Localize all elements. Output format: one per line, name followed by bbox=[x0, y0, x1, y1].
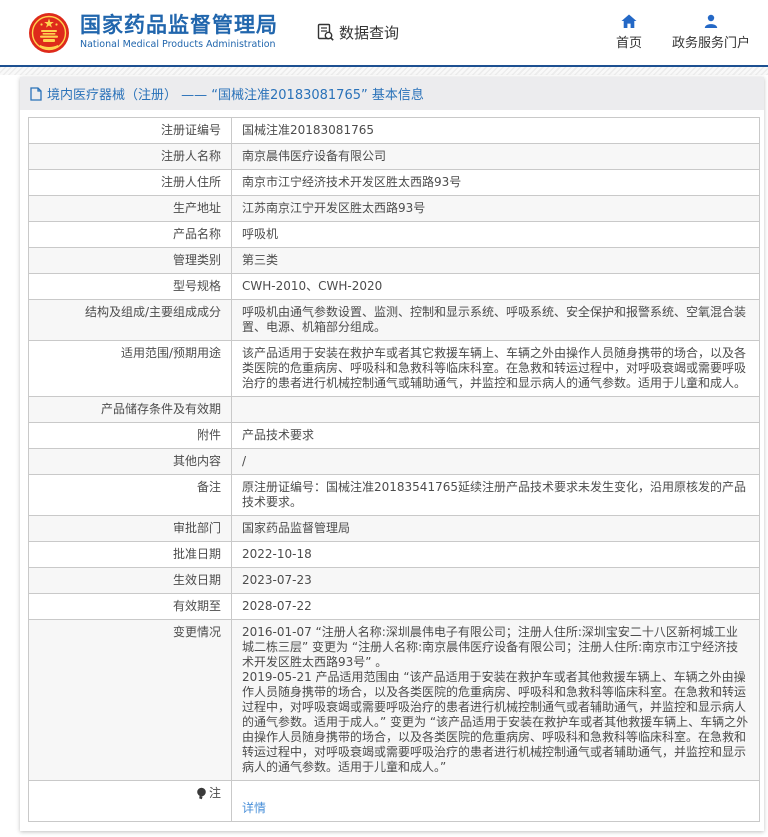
row-value: 南京市江宁经济技术开发区胜太西路93号 bbox=[232, 170, 759, 195]
note-label-text: 注 bbox=[209, 786, 221, 801]
table-row-structure: 结构及组成/主要组成成分 呼吸机由通气参数设置、监测、控制和显示系统、呼吸系统、… bbox=[29, 300, 759, 341]
row-value: 原注册证编号：国械注准20183541765延续注册产品技术要求未发生变化，沿用… bbox=[232, 475, 759, 515]
table-row-production-address: 生产地址 江苏南京江宁开发区胜太西路93号 bbox=[29, 196, 759, 222]
row-label: 其他内容 bbox=[29, 449, 232, 474]
person-icon bbox=[703, 14, 719, 29]
row-value: 该产品适用于安装在救护车或者其它救援车辆上、车辆之外由操作人员随身携带的场合，以… bbox=[232, 341, 759, 396]
row-value: 2022-10-18 bbox=[232, 542, 759, 567]
row-label: 结构及组成/主要组成成分 bbox=[29, 300, 232, 340]
table-row-remarks: 备注 原注册证编号：国械注准20183541765延续注册产品技术要求未发生变化… bbox=[29, 475, 759, 516]
row-label: 注册证编号 bbox=[29, 118, 232, 143]
table-row-change-history: 变更情况 2016-01-07 “注册人名称:深圳晨伟电子有限公司；注册人住所:… bbox=[29, 620, 759, 781]
row-label: 批准日期 bbox=[29, 542, 232, 567]
row-label: 有效期至 bbox=[29, 594, 232, 619]
row-value: 2028-07-22 bbox=[232, 594, 759, 619]
row-value bbox=[232, 397, 759, 422]
table-row-approval-dept: 审批部门 国家药品监督管理局 bbox=[29, 516, 759, 542]
row-label: 适用范围/预期用途 bbox=[29, 341, 232, 396]
row-value: 产品技术要求 bbox=[232, 423, 759, 448]
row-label: 管理类别 bbox=[29, 248, 232, 273]
table-row-registrant-address: 注册人住所 南京市江宁经济技术开发区胜太西路93号 bbox=[29, 170, 759, 196]
content-card: 境内医疗器械（注册） —— “国械注准20183081765” 基本信息 注册证… bbox=[20, 77, 764, 831]
data-query-label: 数据查询 bbox=[339, 22, 399, 43]
row-value: CWH-2010、CWH-2020 bbox=[232, 274, 759, 299]
site-header: 国家药品监督管理局 National Medical Products Admi… bbox=[0, 0, 768, 65]
table-row-effective-date: 生效日期 2023-07-23 bbox=[29, 568, 759, 594]
table-row-expiry-date: 有效期至 2028-07-22 bbox=[29, 594, 759, 620]
org-title-en: National Medical Products Administration bbox=[80, 40, 278, 50]
table-row-registrant-name: 注册人名称 南京晨伟医疗设备有限公司 bbox=[29, 144, 759, 170]
row-value: 呼吸机由通气参数设置、监测、控制和显示系统、呼吸系统、安全保护和报警系统、空氧混… bbox=[232, 300, 759, 340]
row-label: 注册人名称 bbox=[29, 144, 232, 169]
detail-link[interactable]: 详情 bbox=[242, 801, 266, 815]
table-row-product-name: 产品名称 呼吸机 bbox=[29, 222, 759, 248]
row-label: 变更情况 bbox=[29, 620, 232, 780]
data-query-button[interactable]: 数据查询 bbox=[316, 22, 399, 43]
table-row-management-class: 管理类别 第三类 bbox=[29, 248, 759, 274]
row-value: 呼吸机 bbox=[232, 222, 759, 247]
table-row-other-content: 其他内容 / bbox=[29, 449, 759, 475]
breadcrumb: 境内医疗器械（注册） —— “国械注准20183081765” 基本信息 bbox=[20, 77, 764, 110]
row-value: 详情 bbox=[232, 781, 759, 821]
table-row-intended-use: 适用范围/预期用途 该产品适用于安装在救护车或者其它救援车辆上、车辆之外由操作人… bbox=[29, 341, 759, 397]
registration-info-table: 注册证编号 国械注准20183081765 注册人名称 南京晨伟医疗设备有限公司… bbox=[28, 117, 760, 822]
table-row-model-spec: 型号规格 CWH-2010、CWH-2020 bbox=[29, 274, 759, 300]
row-label: 附件 bbox=[29, 423, 232, 448]
breadcrumb-text: 境内医疗器械（注册） —— “国械注准20183081765” 基本信息 bbox=[47, 84, 424, 103]
row-label: 注 bbox=[29, 781, 232, 821]
table-row-reg-number: 注册证编号 国械注准20183081765 bbox=[29, 118, 759, 144]
row-value: 南京晨伟医疗设备有限公司 bbox=[232, 144, 759, 169]
nav-home[interactable]: 首页 bbox=[616, 14, 642, 51]
row-label: 备注 bbox=[29, 475, 232, 515]
nav-portal[interactable]: 政务服务门户 bbox=[672, 14, 750, 51]
row-label: 注册人住所 bbox=[29, 170, 232, 195]
table-row-note: 注 详情 bbox=[29, 781, 759, 822]
row-value: 2016-01-07 “注册人名称:深圳晨伟电子有限公司；注册人住所:深圳宝安二… bbox=[232, 620, 759, 780]
bulb-icon bbox=[196, 787, 207, 800]
home-icon bbox=[621, 14, 637, 29]
row-value: 国械注准20183081765 bbox=[232, 118, 759, 143]
page-icon bbox=[30, 87, 42, 101]
header-nav: 首页 政务服务门户 bbox=[616, 14, 750, 51]
row-label: 产品名称 bbox=[29, 222, 232, 247]
table-row-storage: 产品储存条件及有效期 bbox=[29, 397, 759, 423]
row-label: 生效日期 bbox=[29, 568, 232, 593]
hatch-band bbox=[0, 67, 768, 75]
table-row-approval-date: 批准日期 2022-10-18 bbox=[29, 542, 759, 568]
row-value: 第三类 bbox=[232, 248, 759, 273]
row-value: / bbox=[232, 449, 759, 474]
org-title-cn: 国家药品监督管理局 bbox=[80, 14, 278, 37]
table-wrap: 注册证编号 国械注准20183081765 注册人名称 南京晨伟医疗设备有限公司… bbox=[20, 110, 764, 831]
row-value: 江苏南京江宁开发区胜太西路93号 bbox=[232, 196, 759, 221]
row-value: 国家药品监督管理局 bbox=[232, 516, 759, 541]
document-search-icon bbox=[316, 23, 335, 42]
row-value: 2023-07-23 bbox=[232, 568, 759, 593]
row-label: 型号规格 bbox=[29, 274, 232, 299]
table-row-attachment: 附件 产品技术要求 bbox=[29, 423, 759, 449]
nav-portal-label: 政务服务门户 bbox=[672, 32, 750, 51]
brand[interactable]: 国家药品监督管理局 National Medical Products Admi… bbox=[28, 12, 278, 54]
national-emblem-icon bbox=[28, 12, 70, 54]
row-label: 生产地址 bbox=[29, 196, 232, 221]
nav-home-label: 首页 bbox=[616, 32, 642, 51]
row-label: 审批部门 bbox=[29, 516, 232, 541]
row-label: 产品储存条件及有效期 bbox=[29, 397, 232, 422]
